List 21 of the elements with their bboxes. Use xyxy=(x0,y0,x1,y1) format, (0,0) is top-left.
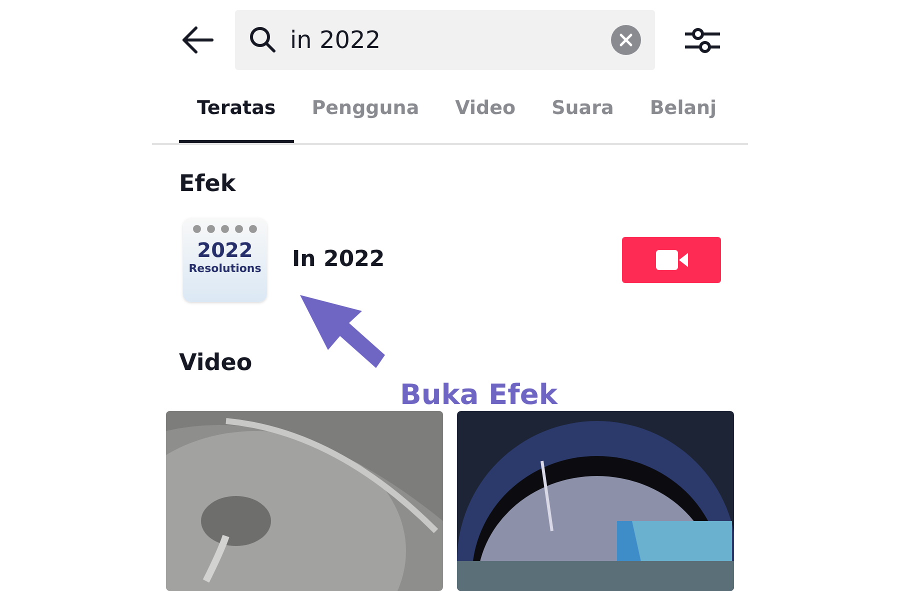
back-icon[interactable] xyxy=(181,26,214,54)
annotation-label: Buka Efek xyxy=(400,377,558,413)
tab[interactable]: Teratas xyxy=(179,77,294,143)
section-heading: Efek xyxy=(179,170,237,199)
search-field[interactable]: in 2022 xyxy=(235,10,655,70)
thumbnail-text: Resolutions xyxy=(188,262,262,276)
clear-icon[interactable] xyxy=(611,24,641,55)
record-button[interactable] xyxy=(622,236,721,282)
tab[interactable]: Suara xyxy=(534,77,632,143)
search-text: in 2022 xyxy=(290,24,382,56)
filter-icon[interactable] xyxy=(684,26,720,54)
effect-thumbnail[interactable]: 2022 Resolutions xyxy=(183,218,267,302)
ring-binding-icon xyxy=(190,224,260,234)
effect-name: In 2022 xyxy=(292,246,386,274)
video-camera-icon xyxy=(656,250,688,270)
section-heading: Video xyxy=(179,348,254,378)
tab[interactable]: Pengguna xyxy=(294,77,438,143)
tab[interactable]: Video xyxy=(437,77,534,143)
tab[interactable]: Belanj xyxy=(632,77,735,143)
thumbnail-text: 2022 xyxy=(197,238,253,262)
search-icon xyxy=(249,26,276,54)
